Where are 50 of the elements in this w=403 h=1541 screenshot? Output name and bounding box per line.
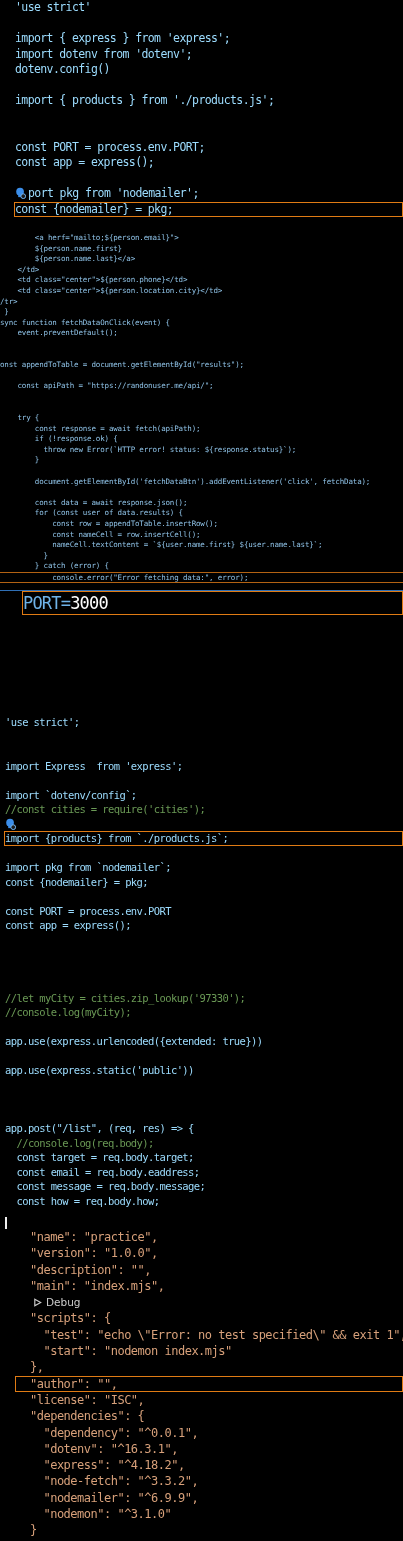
debug-link[interactable]: Debug bbox=[46, 1296, 81, 1309]
code-line: const PORT = process.env.PORT; bbox=[14, 139, 206, 155]
code-line: "version": "1.0.0", bbox=[29, 1245, 159, 1262]
code-line: "dotenv": "^16.3.1", bbox=[42, 1440, 179, 1458]
code-line: "nodemailer": "^6.9.9", bbox=[42, 1489, 200, 1507]
code-line: app.use(express.static('public')) bbox=[4, 1063, 195, 1078]
code-line: const app = express(); bbox=[14, 155, 156, 171]
code-line: "author": "", bbox=[15, 1375, 403, 1392]
comment-line: //console.log(req.body); bbox=[15, 1135, 155, 1150]
play-icon[interactable] bbox=[33, 1298, 42, 1308]
code-line: import { products } from './products.js'; bbox=[14, 93, 276, 109]
code-line: "nodemon": "^3.1.0" bbox=[42, 1506, 173, 1523]
code-line: import Express from 'express'; bbox=[4, 758, 184, 773]
code-line: } bbox=[29, 1522, 38, 1539]
lightbulb-icon[interactable] bbox=[5, 817, 16, 830]
code-line: "main": "index.mjs", bbox=[29, 1277, 166, 1295]
code-line: const email = req.body.eaddress; bbox=[15, 1164, 201, 1179]
code-line: "description": "", bbox=[29, 1261, 153, 1278]
code-line: const how = req.body.how; bbox=[15, 1193, 161, 1208]
code-line: "node-fetch": "^3.3.2", bbox=[42, 1473, 200, 1490]
code-line: import `dotenv/config`; bbox=[4, 787, 138, 802]
code-line: "express": "^4.18.2", bbox=[42, 1457, 186, 1474]
code-line: import dotenv from 'dotenv'; bbox=[14, 46, 194, 62]
code-line: "license": "ISC", bbox=[29, 1391, 146, 1409]
code-line: }, bbox=[29, 1359, 45, 1376]
comment-line: //const cities = require('cities'); bbox=[4, 802, 207, 817]
code-line: port pkg from 'nodemailer'; bbox=[28, 186, 199, 200]
code-line: const message = req.body.message; bbox=[15, 1179, 207, 1194]
code-line: const PORT = process.env.PORT bbox=[4, 903, 173, 918]
code-line: "name": "practice", bbox=[29, 1229, 159, 1246]
code-line: const {nodemailer} = pkg; bbox=[14, 201, 403, 217]
comment-line: //let myCity = cities.zip_lookup('97330'); bbox=[4, 990, 247, 1005]
code-line: "dependency": "^0.0.1", bbox=[42, 1424, 200, 1441]
code-line: "dependencies": { bbox=[29, 1408, 146, 1425]
code-line: app.post("/list", (req, res) => { bbox=[4, 1121, 195, 1136]
code-line: 'use strict'; bbox=[4, 715, 81, 730]
code-line: app.use(express.urlencoded({extended: true})) bbox=[4, 1034, 264, 1049]
code-line: "test": "echo \"Error: no test specified\" && exit 1", bbox=[42, 1326, 403, 1344]
code-line: import {products} from `./products.js`; bbox=[4, 831, 403, 846]
code-line: "scripts": { bbox=[29, 1310, 112, 1327]
lightbulb-icon[interactable] bbox=[15, 187, 26, 199]
code-line: const target = req.body.target; bbox=[15, 1150, 195, 1165]
code-line: "start": "nodemon index.mjs" bbox=[42, 1343, 233, 1360]
comment-line: //console.log(myCity); bbox=[4, 1005, 132, 1020]
code-line: import { express } from 'express'; bbox=[14, 31, 231, 47]
code-line: dotenv.config() bbox=[14, 62, 111, 78]
code-line: const app = express(); bbox=[4, 918, 132, 933]
code-line: const {nodemailer} = pkg; bbox=[4, 874, 150, 889]
code-line: 'use strict' bbox=[14, 0, 92, 16]
code-line: import pkg from `nodemailer`; bbox=[4, 860, 172, 875]
